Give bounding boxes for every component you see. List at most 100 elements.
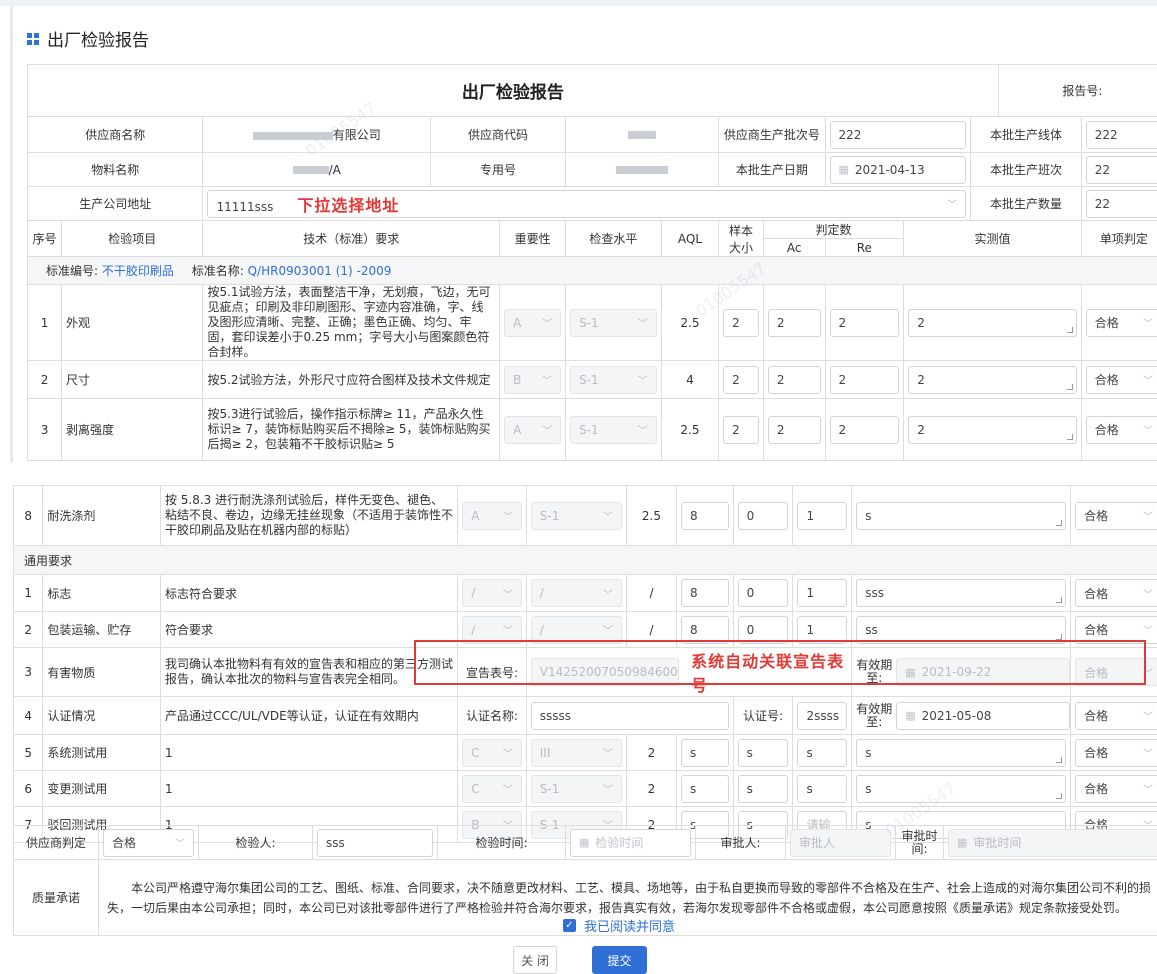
standard-no-link[interactable]: 不干胶印刷品 — [102, 264, 174, 278]
table-row: 1 外观 按5.1试验方法，表面整洁干净，无划痕，飞边，无可见疵点；印刷及非印刷… — [26, 284, 1157, 361]
level-select[interactable]: S-1 ﹀ — [570, 308, 657, 337]
level-select[interactable]: / ﹀ — [530, 615, 622, 644]
prod-date-picker[interactable]: ▦ 2021-04-13 — [829, 155, 967, 184]
importance-select[interactable]: / ﹀ — [462, 615, 522, 644]
importance-select[interactable]: B ﹀ — [504, 365, 562, 394]
report-title: 出厂检验报告 — [27, 64, 999, 117]
valid-until-picker[interactable]: ▦ 2021-09-22 — [896, 658, 1070, 686]
quality-label: 质量承诺 — [13, 859, 99, 936]
re-input[interactable]: 2 — [829, 365, 900, 394]
importance-select[interactable]: C ﹀ — [462, 774, 522, 803]
cert-no-input[interactable]: 2ssss — [797, 701, 848, 730]
ac-input[interactable]: 2 — [767, 415, 821, 444]
qty-input[interactable]: 22 — [1085, 189, 1157, 218]
result-select[interactable]: 合格 ﹀ — [1075, 701, 1157, 730]
sample-input[interactable]: s — [681, 774, 729, 803]
chevron-down-icon: ﹀ — [1143, 426, 1153, 437]
approve-time-picker[interactable]: ▦ 审批时间 — [948, 828, 1157, 857]
ac-input[interactable]: 2 — [767, 365, 821, 394]
ac-input[interactable]: s — [737, 738, 789, 767]
ac-input[interactable]: s — [737, 774, 789, 803]
importance-select[interactable]: / ﹀ — [462, 579, 522, 607]
importance-select[interactable]: A ﹀ — [504, 415, 562, 444]
re-input[interactable]: 1 — [797, 501, 848, 530]
sample-input[interactable]: s — [681, 738, 729, 767]
measured-textarea[interactable]: 2 — [908, 415, 1077, 444]
result-select[interactable]: 合格 ﹀ — [1075, 774, 1157, 803]
line-input[interactable]: 222 — [1085, 120, 1157, 149]
chevron-down-icon: ﹀ — [502, 749, 513, 760]
ac-input[interactable]: 0 — [737, 579, 789, 607]
valid-until-label: 有效期至: — [856, 701, 893, 729]
submit-button[interactable]: 提交 — [592, 946, 647, 974]
measured-textarea[interactable]: 2 — [908, 308, 1077, 337]
measured-textarea[interactable]: 2 — [908, 365, 1077, 394]
level-select[interactable]: / ﹀ — [530, 579, 622, 607]
level-select[interactable]: III ﹀ — [530, 738, 622, 767]
ac-input[interactable]: 2 — [767, 308, 821, 337]
measured-textarea[interactable]: ss — [856, 615, 1067, 644]
chevron-down-icon: ﹀ — [1143, 626, 1153, 637]
address-select[interactable]: 11111sss 下拉选择地址 ﹀ — [207, 189, 967, 218]
supplier-batch-input[interactable]: 222 — [829, 120, 967, 149]
ac-input[interactable]: 0 — [737, 615, 789, 644]
approver-input[interactable]: 审批人 — [790, 828, 891, 857]
inspect-time-picker[interactable]: ▦ 检验时间 — [570, 828, 691, 857]
sample-input[interactable]: 8 — [681, 501, 729, 530]
measured-textarea[interactable]: s — [856, 501, 1067, 530]
approver-label: 审批人: — [695, 825, 786, 860]
table-row: 2 包装运输、贮存 符合要求 / ﹀ / ﹀ / 8 0 1 ss 合格 ﹀ — [12, 611, 1157, 648]
calendar-icon: ▦ — [905, 709, 916, 722]
result-select[interactable]: 合格 ﹀ — [1085, 308, 1157, 337]
sample-input[interactable]: 8 — [681, 615, 729, 644]
measured-textarea[interactable]: sss — [856, 579, 1067, 607]
importance-select[interactable]: A ﹀ — [504, 308, 562, 337]
importance-select[interactable]: A ﹀ — [462, 501, 522, 530]
declaration-input[interactable]: V142520070509846003 — [530, 658, 680, 686]
table-row: 3 剥离强度 按5.3进行试验后，操作指示标牌≥ 11，产品永久性标识≥ 7，装… — [26, 398, 1157, 461]
result-select[interactable]: 合格 ﹀ — [1075, 615, 1157, 644]
supplier-judge-select[interactable]: 合格 ﹀ — [103, 828, 194, 857]
cert-valid-picker[interactable]: ▦ 2021-05-08 — [896, 701, 1070, 730]
top-strip — [0, 0, 1157, 6]
sample-input[interactable]: 2 — [723, 415, 759, 444]
declaration-annotation: 系统自动关联宣告表号 — [691, 652, 845, 695]
chevron-down-icon: ﹀ — [175, 839, 185, 850]
sample-input[interactable]: 2 — [723, 308, 759, 337]
declaration-label: 宣告表号: — [457, 647, 527, 697]
re-input[interactable]: 1 — [797, 615, 848, 644]
cert-name-input[interactable]: sssss — [530, 701, 729, 730]
inspector-input[interactable]: sss — [317, 828, 433, 857]
result-select[interactable]: 合格 ﹀ — [1075, 658, 1157, 686]
level-select[interactable]: S-1 ﹀ — [570, 365, 657, 394]
result-select[interactable]: 合格 ﹀ — [1085, 415, 1157, 444]
ac-input[interactable]: 0 — [737, 501, 789, 530]
result-select[interactable]: 合格 ﹀ — [1075, 501, 1157, 530]
result-select[interactable]: 合格 ﹀ — [1075, 738, 1157, 767]
measured-textarea[interactable]: s — [856, 738, 1067, 767]
re-input[interactable]: s — [797, 774, 848, 803]
level-select[interactable]: S-1 ﹀ — [570, 415, 657, 444]
re-input[interactable]: 2 — [829, 415, 900, 444]
grid-icon — [27, 32, 39, 45]
re-input[interactable]: 1 — [797, 579, 848, 607]
result-select[interactable]: 合格 ﹀ — [1085, 365, 1157, 394]
level-select[interactable]: S-1 ﹀ — [530, 774, 622, 803]
chevron-down-icon: ﹀ — [542, 319, 553, 330]
sample-input[interactable]: 2 — [723, 365, 759, 394]
col-judge: 判定数 — [762, 220, 905, 239]
level-select[interactable]: S-1 ﹀ — [530, 501, 622, 530]
line-label: 本批生产线体 — [970, 116, 1082, 153]
re-input[interactable]: s — [797, 738, 848, 767]
sample-input[interactable]: 8 — [681, 579, 729, 607]
re-input[interactable]: 2 — [829, 308, 900, 337]
importance-select[interactable]: C ﹀ — [462, 738, 522, 767]
agree-checkbox[interactable]: ✓ 我已阅读并同意 — [563, 916, 675, 935]
standard-name-link[interactable]: Q/HR0903001 (1) -2009 — [248, 264, 392, 278]
result-select[interactable]: 合格 ﹀ — [1075, 579, 1157, 607]
calendar-icon: ▦ — [905, 665, 916, 679]
close-button[interactable]: 关 闭 — [513, 946, 557, 974]
shift-input[interactable]: 22 — [1085, 155, 1157, 184]
measured-textarea[interactable]: s — [856, 774, 1067, 803]
cert-no-label: 认证号: — [732, 696, 794, 735]
